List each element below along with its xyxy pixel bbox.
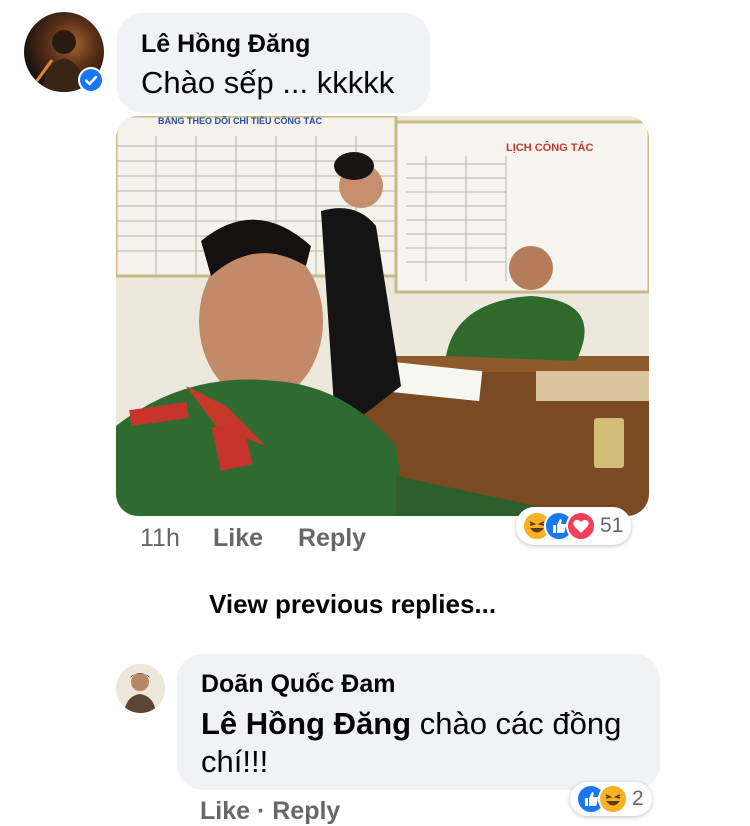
reply-bubble: Doãn Quốc Đam Lê Hồng Đăng chào các đồng… bbox=[177, 654, 660, 790]
like-button[interactable]: Like bbox=[213, 524, 263, 553]
reaction-count: 51 bbox=[600, 514, 624, 537]
view-previous-replies-link[interactable]: View previous replies... bbox=[209, 589, 496, 620]
reply-text-line2: chí!!! bbox=[201, 744, 269, 779]
haha-icon bbox=[598, 784, 628, 814]
comment-time[interactable]: 11h bbox=[140, 524, 180, 553]
reply-reaction-summary[interactable]: 2 bbox=[570, 782, 652, 816]
reply-actions-partial[interactable]: Like · Reply bbox=[200, 797, 340, 826]
reaction-summary[interactable]: 51 bbox=[516, 507, 632, 545]
comment-bubble: Lê Hồng Đăng Chào sếp ... kkkkk bbox=[117, 13, 430, 113]
reply-text: Lê Hồng Đăng chào các đồng chí!!! bbox=[201, 705, 621, 781]
reply-reaction-count: 2 bbox=[632, 787, 644, 810]
reply-author[interactable]: Doãn Quốc Đam bbox=[201, 670, 395, 699]
photo-scene bbox=[116, 116, 649, 516]
reply-author-avatar[interactable] bbox=[116, 664, 165, 713]
reply-button[interactable]: Reply bbox=[298, 524, 366, 553]
avatar-photo bbox=[116, 664, 165, 713]
love-icon bbox=[566, 511, 596, 541]
board-title-left: BẢNG THEO DÕI CHỈ TIÊU CÔNG TÁC bbox=[158, 116, 322, 126]
board-title-right: LỊCH CÔNG TÁC bbox=[506, 142, 594, 154]
verified-badge-icon bbox=[78, 67, 104, 93]
comment-author[interactable]: Lê Hồng Đăng bbox=[141, 30, 310, 59]
mention-link[interactable]: Lê Hồng Đăng bbox=[201, 706, 411, 741]
comment-text: Chào sếp ... kkkkk bbox=[141, 65, 395, 100]
reply-text-line1: chào các đồng bbox=[411, 706, 622, 741]
comment-photo[interactable]: BẢNG THEO DÕI CHỈ TIÊU CÔNG TÁC LỊCH CÔN… bbox=[116, 116, 649, 516]
